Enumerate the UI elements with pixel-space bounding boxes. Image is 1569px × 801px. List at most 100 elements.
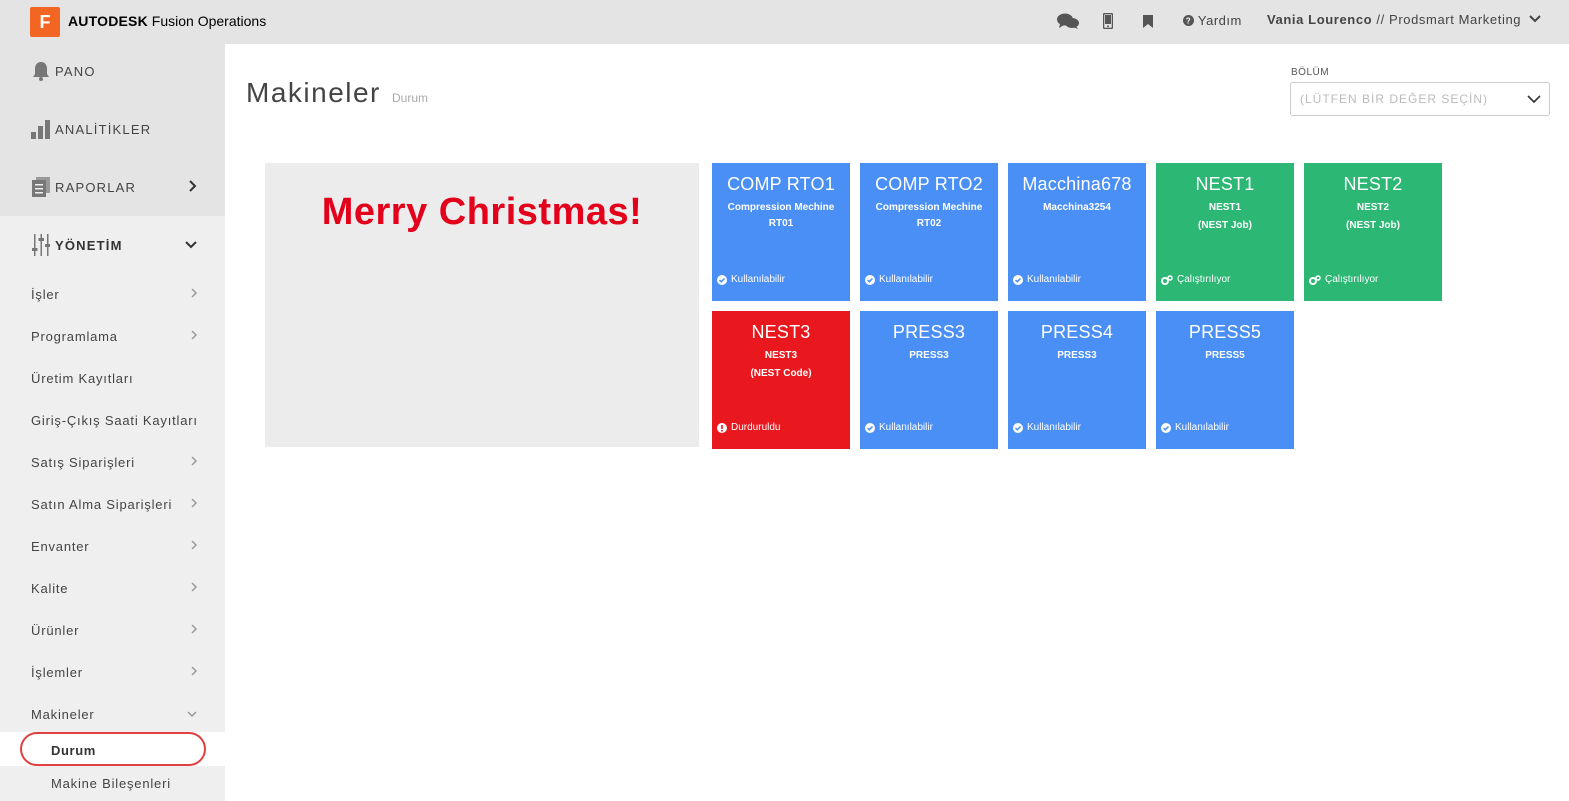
machine-description: PRESS3 xyxy=(909,350,949,361)
announcement-banner: Merry Christmas! xyxy=(265,163,699,447)
check-circle-icon xyxy=(1013,422,1027,433)
sidebar-item-yonetim[interactable]: YÖNETİM xyxy=(0,230,225,260)
sidebar-item-label: RAPORLAR xyxy=(55,179,137,195)
sidebar-item-makine-bilesenleri[interactable]: Makine Bileşenleri xyxy=(51,776,171,791)
machine-description: NEST2 xyxy=(1356,202,1390,213)
sidebar-item-makineler[interactable]: Makineler xyxy=(0,704,225,724)
machine-name: NEST2 xyxy=(1343,174,1403,194)
sidebar-item-pano[interactable]: PANO xyxy=(0,56,225,86)
section-filter-label: BÖLÜM xyxy=(1291,67,1330,78)
sidebar-item-label: ANALİTİKLER xyxy=(55,121,152,137)
sidebar-item-raporlar[interactable]: RAPORLAR xyxy=(0,172,225,202)
chat-icon[interactable] xyxy=(1056,11,1080,31)
brand-name: AUTODESK Fusion Operations xyxy=(68,13,266,29)
chevron-down-icon xyxy=(185,238,197,252)
highlight-annotation-circle xyxy=(20,732,206,766)
bar-chart-icon xyxy=(30,118,52,140)
sidebar-item-label: İşlemler xyxy=(31,664,83,680)
chevron-right-icon xyxy=(191,623,198,637)
status-label: Çalıştırılıyor xyxy=(1177,274,1231,285)
machine-tile[interactable]: NEST2 NEST2 (NEST Job) Çalıştırılıyor xyxy=(1304,163,1442,301)
user-name: Vania Lourenco xyxy=(1267,12,1373,27)
autodesk-logo[interactable]: F xyxy=(30,7,60,37)
check-circle-icon xyxy=(865,422,879,433)
sidebar: PANO ANALİTİKLER RAPORLAR YÖNETİM İşler … xyxy=(0,44,225,801)
chevron-down-icon xyxy=(187,708,197,720)
chevron-down-icon xyxy=(1527,91,1541,112)
machine-tile[interactable]: NEST3 NEST3 (NEST Code) Durduruldu xyxy=(712,311,850,449)
sidebar-item-satis-siparisleri[interactable]: Satış Siparişleri xyxy=(0,452,225,472)
machine-status: Kullanılabilir xyxy=(717,274,785,285)
user-company: // Prodsmart Marketing xyxy=(1372,12,1522,27)
machine-tile[interactable]: PRESS5 PRESS5 Kullanılabilir xyxy=(1156,311,1294,449)
sidebar-item-label: Envanter xyxy=(31,538,90,554)
machine-tile[interactable]: PRESS4 PRESS3 Kullanılabilir xyxy=(1008,311,1146,449)
brand-bold: AUTODESK xyxy=(68,13,148,29)
machine-tile[interactable]: Macchina678 Macchina3254 Kullanılabilir xyxy=(1008,163,1146,301)
mobile-icon[interactable] xyxy=(1101,11,1115,31)
machine-tile[interactable]: COMP RTO1 Compression Mechine RT01 Kullanı… xyxy=(712,163,850,301)
status-label: Kullanılabilir xyxy=(879,422,933,433)
sidebar-item-isler[interactable]: İşler xyxy=(0,284,225,304)
machine-tile[interactable]: PRESS3 PRESS3 Kullanılabilir xyxy=(860,311,998,449)
check-circle-icon xyxy=(865,274,879,285)
sidebar-item-satin-alma[interactable]: Satın Alma Siparişleri xyxy=(0,494,225,514)
machine-tile[interactable]: COMP RTO2 Compression Mechine RT02 Kullanı… xyxy=(860,163,998,301)
sidebar-item-label: Kalite xyxy=(31,580,69,596)
machine-description: PRESS5 xyxy=(1205,350,1245,361)
machine-status: Çalıştırılıyor xyxy=(1309,274,1378,285)
sidebar-item-label: Üretim Kayıtları xyxy=(31,370,134,386)
machine-status: Kullanılabilir xyxy=(865,274,933,285)
machine-status: Durduruldu xyxy=(717,422,780,433)
sidebar-item-islemler[interactable]: İşlemler xyxy=(0,662,225,682)
machine-name: Macchina678 xyxy=(1022,174,1132,194)
sidebar-item-envanter[interactable]: Envanter xyxy=(0,536,225,556)
sidebar-item-kalite[interactable]: Kalite xyxy=(0,578,225,598)
machine-job: (NEST Code) xyxy=(750,368,812,379)
question-icon: ? xyxy=(1183,13,1198,28)
check-circle-icon xyxy=(717,274,731,285)
documents-icon xyxy=(30,176,52,198)
section-select[interactable]: (LÜTFEN BİR DEĞER SEÇİN) xyxy=(1290,82,1550,116)
brand-product: Fusion Operations xyxy=(147,13,267,29)
bookmark-icon[interactable] xyxy=(1142,11,1154,31)
chevron-right-icon xyxy=(189,179,197,195)
check-circle-icon xyxy=(1013,274,1027,285)
sidebar-item-uretim-kayitlari[interactable]: Üretim Kayıtları xyxy=(0,368,225,388)
banner-text: Merry Christmas! xyxy=(321,191,643,233)
sidebar-item-label: Makineler xyxy=(31,706,95,722)
sidebar-item-urunler[interactable]: Ürünler xyxy=(0,620,225,640)
sliders-icon xyxy=(30,234,52,256)
machine-description: Compression Mechine RT01 xyxy=(727,202,835,229)
user-menu[interactable]: Vania Lourenco // Prodsmart Marketing xyxy=(1267,12,1542,27)
status-label: Kullanılabilir xyxy=(879,274,933,285)
sidebar-item-label: PANO xyxy=(55,63,96,79)
status-label: Kullanılabilir xyxy=(1027,274,1081,285)
cogs-icon xyxy=(1161,274,1177,285)
sidebar-item-label: YÖNETİM xyxy=(55,237,123,253)
machine-description: NEST1 xyxy=(1208,202,1242,213)
machine-job: (NEST Job) xyxy=(1346,220,1400,231)
chevron-right-icon xyxy=(191,581,198,595)
sidebar-item-label: Satın Alma Siparişleri xyxy=(31,496,173,512)
sidebar-item-giris-cikis[interactable]: Giriş-Çıkış Saati Kayıtları xyxy=(0,410,225,430)
machine-name: COMP RTO2 xyxy=(875,174,983,194)
bell-icon xyxy=(30,60,52,82)
machine-description: Macchina3254 xyxy=(1043,202,1111,213)
chevron-right-icon xyxy=(191,497,198,511)
machine-tile[interactable]: NEST1 NEST1 (NEST Job) Çalıştırılıyor xyxy=(1156,163,1294,301)
machine-name: PRESS5 xyxy=(1188,322,1262,342)
sidebar-item-analitikler[interactable]: ANALİTİKLER xyxy=(0,114,225,144)
status-label: Çalıştırılıyor xyxy=(1325,274,1379,285)
status-label: Kullanılabilir xyxy=(1027,422,1081,433)
machine-name: PRESS4 xyxy=(1040,322,1114,342)
chevron-right-icon xyxy=(191,539,198,553)
chevron-right-icon xyxy=(191,455,198,469)
status-label: Durduruldu xyxy=(731,422,781,433)
chevron-right-icon xyxy=(191,329,198,343)
chevron-right-icon xyxy=(191,665,198,679)
sidebar-item-programlama[interactable]: Programlama xyxy=(0,326,225,346)
select-placeholder: (LÜTFEN BİR DEĞER SEÇİN) xyxy=(1300,92,1489,106)
machine-description: Compression Mechine RT02 xyxy=(875,202,983,229)
help-link[interactable]: ? Yardım xyxy=(1183,13,1242,28)
